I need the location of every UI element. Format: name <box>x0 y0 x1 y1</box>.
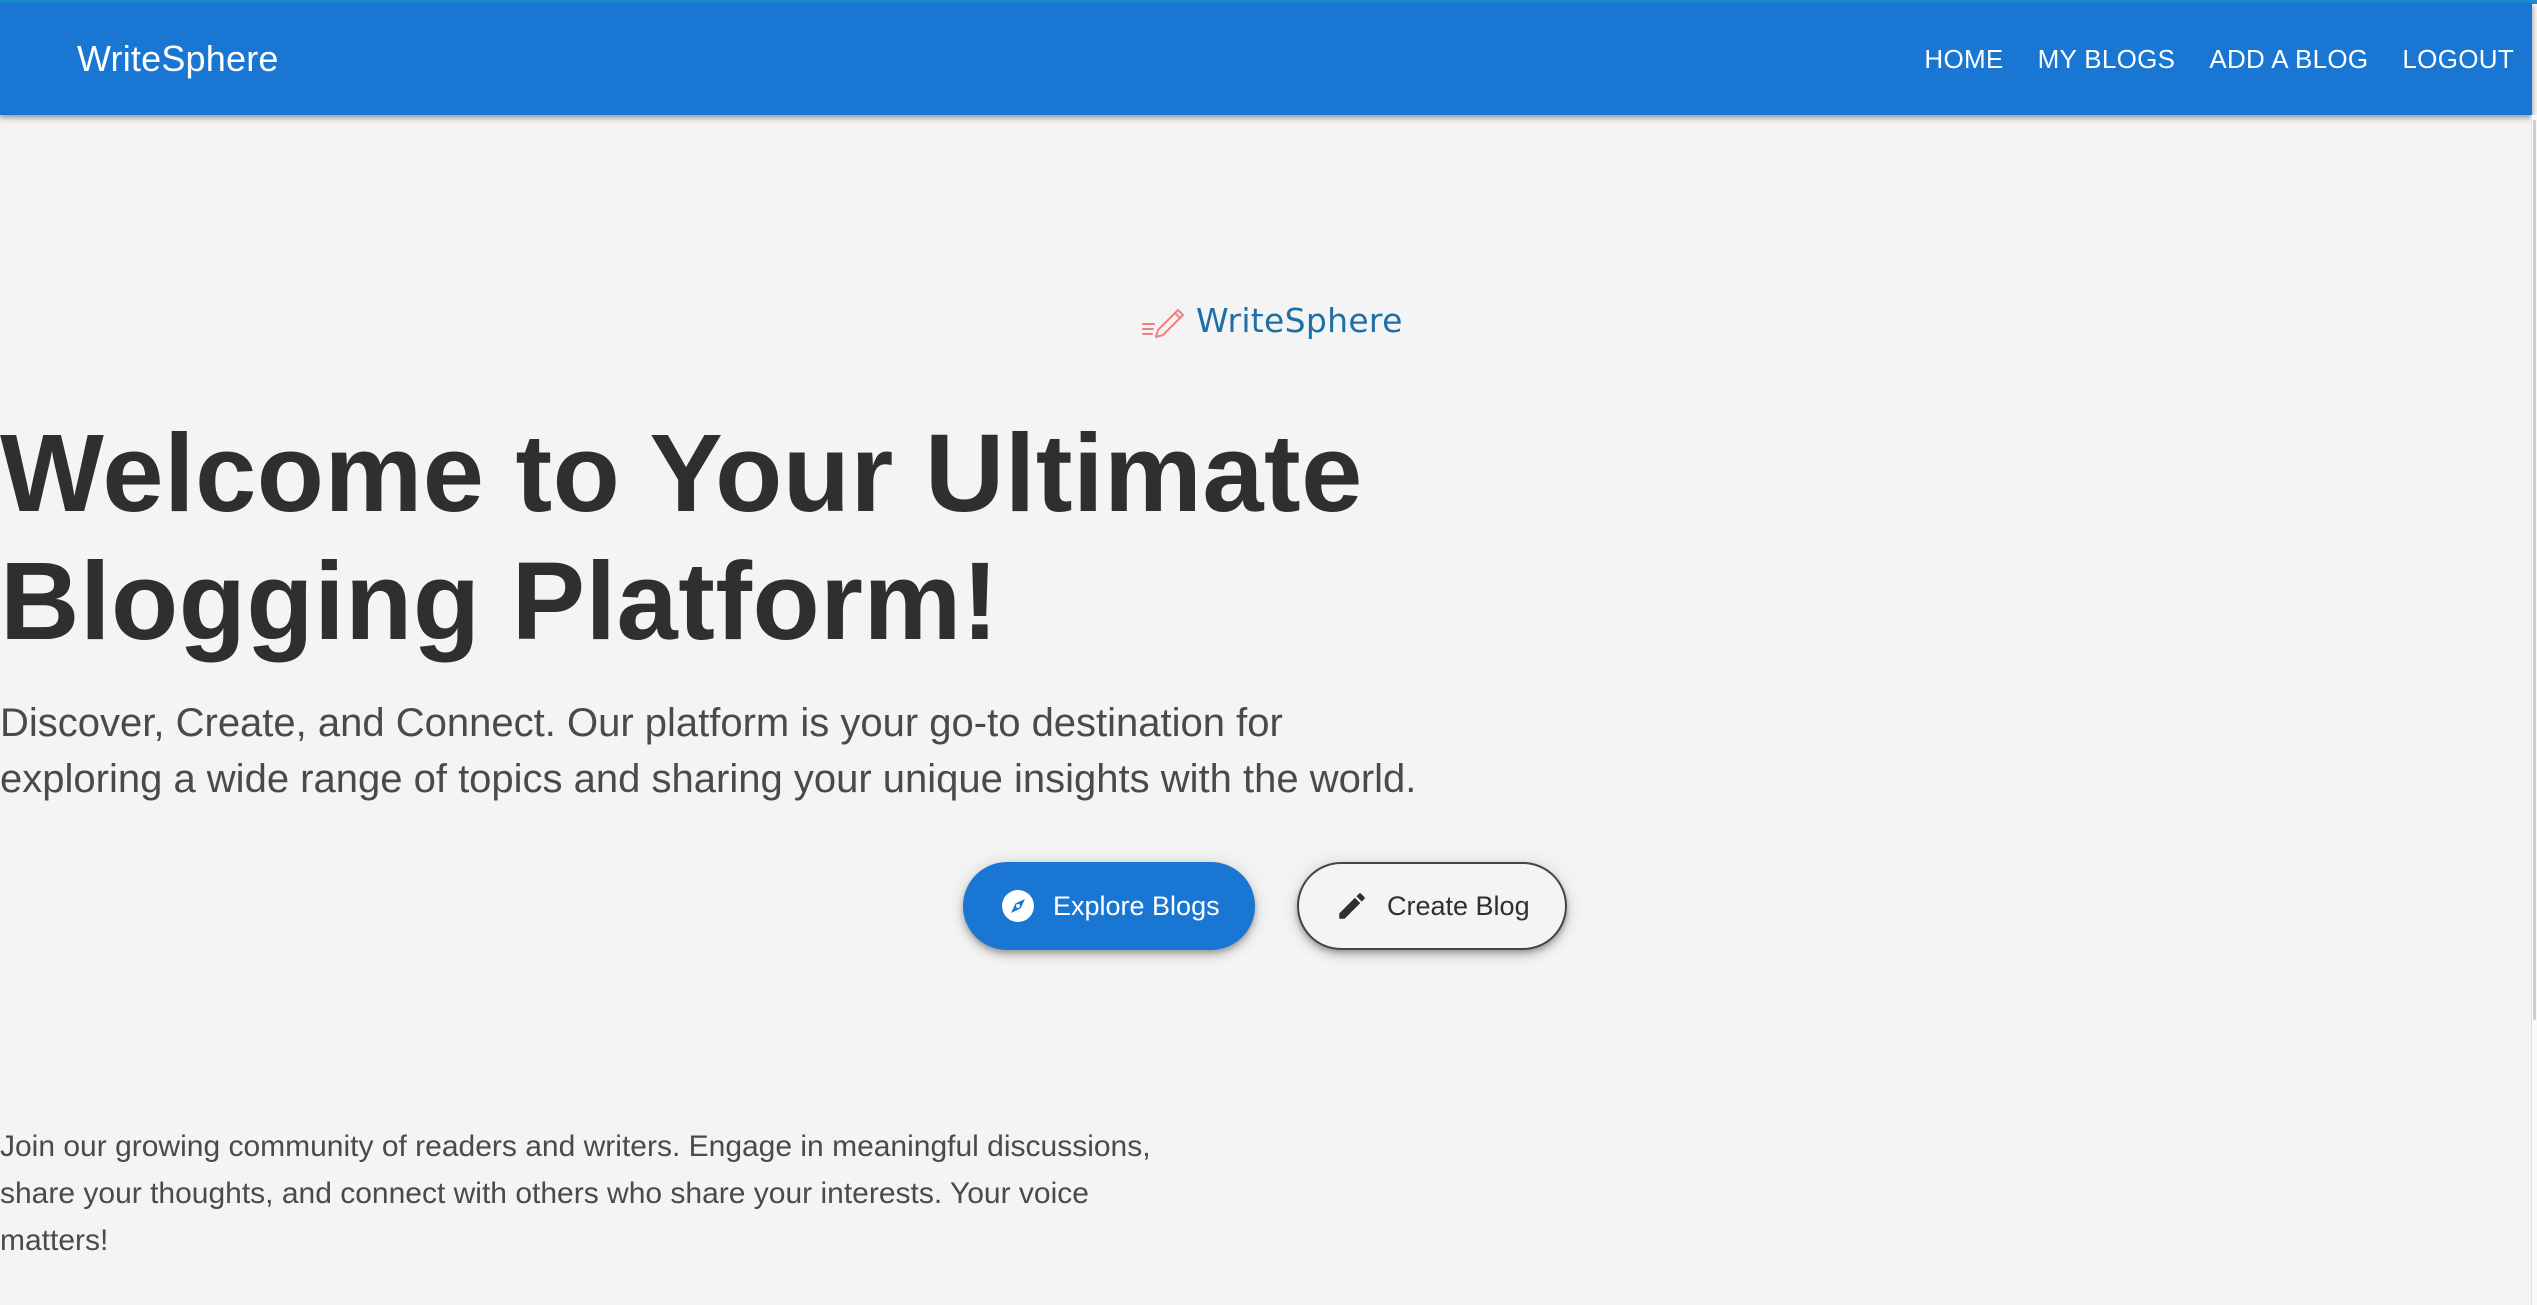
scrollbar-thumb[interactable] <box>2533 120 2536 1020</box>
hero-subtitle: Discover, Create, and Connect. Our platf… <box>0 695 2532 807</box>
community-text: Join our growing community of readers an… <box>0 1123 2532 1264</box>
logo-text: WriteSphere <box>1196 300 1403 340</box>
explore-blogs-label: Explore Blogs <box>1053 890 1220 921</box>
nav-link-home[interactable]: HOME <box>1910 34 2017 85</box>
community-line: Join our growing community of readers an… <box>0 1130 1151 1163</box>
brand-title[interactable]: WriteSphere <box>77 3 279 115</box>
create-blog-button[interactable]: Create Blog <box>1297 862 1567 950</box>
subtitle-line: Discover, Create, and Connect. Our platf… <box>0 701 1283 745</box>
hero-actions: Explore Blogs Create Blog <box>0 862 2532 952</box>
nav-link-my-blogs[interactable]: MY BLOGS <box>2024 34 2190 85</box>
community-line: share your thoughts, and connect with ot… <box>0 1177 1089 1210</box>
nav-menu: HOME MY BLOGS ADD A BLOG LOGOUT <box>1910 3 2528 115</box>
create-blog-label: Create Blog <box>1387 890 1530 921</box>
hero-logo: WriteSphere <box>1140 295 1403 345</box>
pencil-icon <box>1335 889 1369 923</box>
community-line: matters! <box>0 1224 109 1257</box>
headline-line: Welcome to Your Ultimate <box>0 412 1363 535</box>
headline-line: Blogging Platform! <box>0 540 999 663</box>
pencil-writing-icon <box>1140 300 1186 340</box>
explore-blogs-button[interactable]: Explore Blogs <box>963 862 1255 950</box>
app-bar: WriteSphere HOME MY BLOGS ADD A BLOG LOG… <box>0 3 2532 115</box>
nav-link-logout[interactable]: LOGOUT <box>2388 34 2528 85</box>
nav-link-add-a-blog[interactable]: ADD A BLOG <box>2195 34 2382 85</box>
hero-headline: Welcome to Your Ultimate Blogging Platfo… <box>0 410 2532 666</box>
compass-icon <box>1001 889 1035 923</box>
subtitle-line: exploring a wide range of topics and sha… <box>0 757 1417 801</box>
